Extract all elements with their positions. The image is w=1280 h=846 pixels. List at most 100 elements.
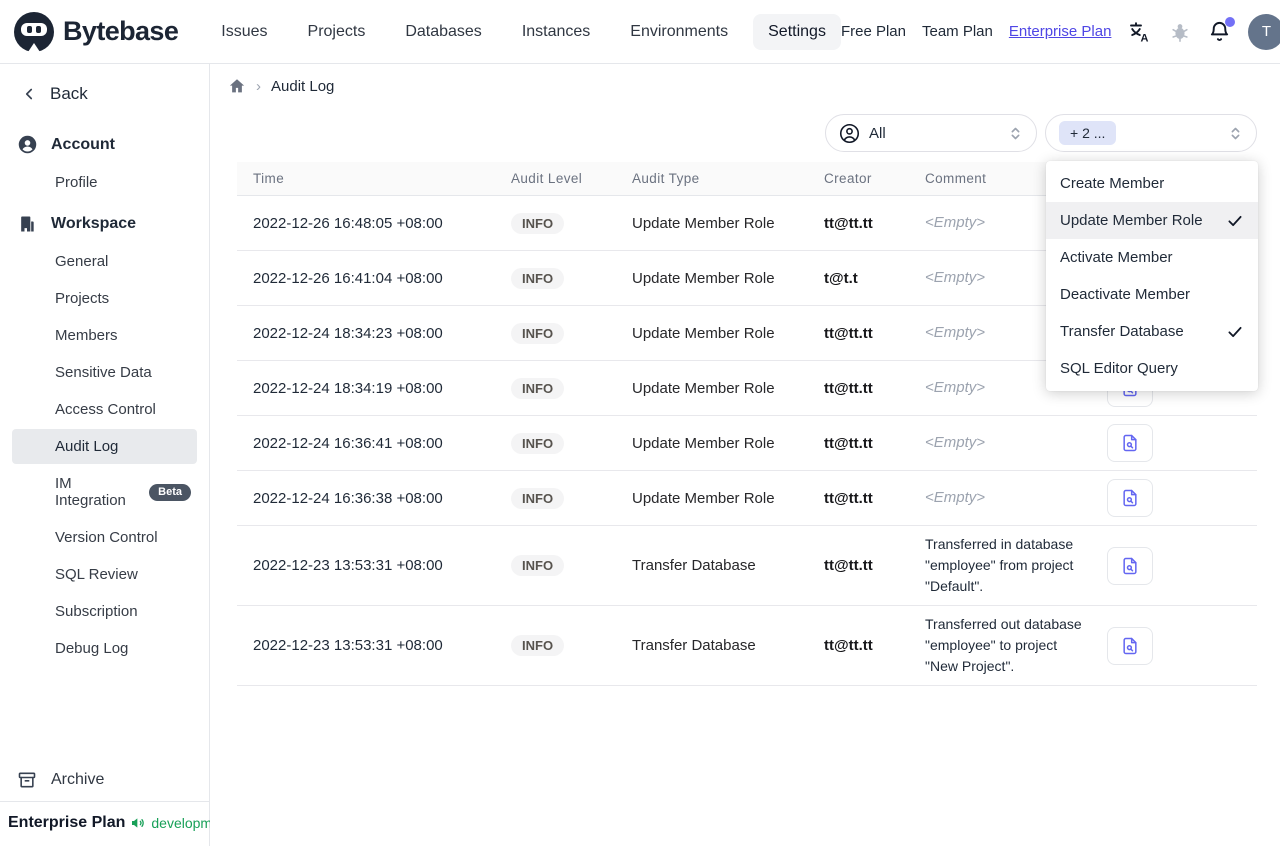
table-row: 2022-12-23 13:53:31 +08:00 INFO Transfer D… [237,606,1257,686]
menu-item-label: Deactivate Member [1060,286,1191,303]
nav-item-projects[interactable]: Projects [293,14,381,50]
creator-cell: tt@tt.tt [824,557,873,574]
menu-item-label: Activate Member [1060,249,1173,266]
time-cell: 2022-12-23 13:53:31 +08:00 [253,637,443,654]
account-icon [16,134,38,155]
time-cell: 2022-12-24 16:36:38 +08:00 [253,489,443,507]
menu-item-activate-member[interactable]: Activate Member [1046,239,1258,276]
sidebar-item-label: Version Control [55,529,158,546]
sidebar-item-label: General [55,253,109,270]
sidebar-item-general[interactable]: General [12,244,197,279]
column-header-time: Time [253,171,285,186]
audit-level-badge: INFO [511,487,565,509]
sidebar-item-audit-log[interactable]: Audit Log [12,429,197,464]
brand-name: Bytebase [63,16,179,46]
column-header-creator: Creator [824,171,872,186]
sidebar-footer: Enterprise Plan development [0,801,232,846]
filter-bar: All + 2 ... [228,114,1257,152]
sidebar-item-label: IM Integration [55,475,126,509]
nav-item-settings[interactable]: Settings [753,13,841,50]
creator-filter-select[interactable]: All [825,114,1037,152]
column-header-audit-type: Audit Type [632,171,700,186]
creator-cell: tt@tt.tt [824,489,873,507]
sidebar-item-sql-review[interactable]: SQL Review [12,557,197,592]
menu-item-update-member-role[interactable]: Update Member Role [1046,202,1258,239]
time-cell: 2022-12-24 18:34:23 +08:00 [253,324,443,342]
chevron-left-icon [25,88,33,100]
bytebase-logo[interactable]: Bytebase [14,11,179,52]
sidebar-item-sensitive-data[interactable]: Sensitive Data [12,355,197,390]
sidebar-section-workspace: Workspace [0,206,209,242]
creator-cell: tt@tt.tt [824,434,873,452]
menu-item-label: Transfer Database [1060,323,1184,340]
audit-type-cell: Transfer Database [632,557,756,574]
menu-item-sql-editor-query[interactable]: SQL Editor Query [1046,350,1258,387]
bytebase-mascot-icon [14,11,54,52]
nav-item-environments[interactable]: Environments [615,14,743,50]
audit-level-badge: INFO [511,635,565,656]
home-icon[interactable] [228,77,246,95]
main-nav: Issues Projects Databases Instances Environm… [206,13,841,50]
table-row: 2022-12-24 16:36:41 +08:00 INFO Update Mem… [237,416,1257,471]
table-row: 2022-12-23 13:53:31 +08:00 INFO Transfer D… [237,526,1257,606]
sidebar-item-version-control[interactable]: Version Control [12,520,197,555]
menu-item-transfer-database[interactable]: Transfer Database [1046,313,1258,350]
settings-sidebar: Back Account Profile Workspace General Proje… [0,64,232,846]
breadcrumb-current: Audit Log [271,77,335,95]
view-detail-button[interactable] [1107,424,1153,462]
sidebar-item-debug-log[interactable]: Debug Log [12,631,197,666]
top-navbar: Bytebase Issues Projects Databases Instance… [0,0,1280,64]
file-search-icon [1120,433,1140,453]
nav-item-databases[interactable]: Databases [390,14,497,50]
sidebar-item-label: Audit Log [55,438,119,455]
file-search-icon [1120,556,1140,576]
creator-cell: tt@tt.tt [824,379,873,397]
view-detail-button[interactable] [1107,626,1153,665]
sidebar-item-subscription[interactable]: Subscription [12,594,197,629]
menu-item-deactivate-member[interactable]: Deactivate Member [1046,276,1258,313]
creator-cell: tt@tt.tt [824,324,873,342]
comment-cell: <Empty> [925,433,986,451]
translate-icon[interactable]: A [1128,20,1152,44]
menu-item-label: SQL Editor Query [1060,360,1178,377]
audit-type-cell: Update Member Role [632,324,775,342]
audit-type-cell: Transfer Database [632,637,756,654]
sidebar-item-projects[interactable]: Projects [12,281,197,316]
nav-item-instances[interactable]: Instances [507,14,605,50]
file-search-icon [1120,488,1140,508]
back-button[interactable]: Back [0,74,209,120]
sidebar-item-profile[interactable]: Profile [12,165,197,200]
check-icon [1226,323,1244,341]
time-cell: 2022-12-24 16:36:41 +08:00 [253,434,443,452]
select-arrows-icon [1228,126,1243,141]
menu-item-create-member[interactable]: Create Member [1046,165,1258,202]
audit-type-cell: Update Member Role [632,489,775,507]
audit-level-badge: INFO [511,555,565,576]
audit-type-cell: Update Member Role [632,434,775,452]
nav-item-issues[interactable]: Issues [206,14,282,50]
audit-type-filter-select[interactable]: + 2 ... [1045,114,1257,152]
sidebar-item-members[interactable]: Members [12,318,197,353]
sidebar-item-label: Subscription [55,603,138,620]
view-detail-button[interactable] [1107,546,1153,585]
view-detail-button[interactable] [1107,479,1153,517]
bug-icon[interactable] [1169,21,1191,43]
check-icon [1226,212,1244,230]
audit-type-dropdown-menu: Create Member Update Member Role Activate … [1046,161,1258,391]
time-cell: 2022-12-23 13:53:31 +08:00 [253,557,443,574]
time-cell: 2022-12-26 16:41:04 +08:00 [253,269,443,287]
plan-link-team-plan[interactable]: Team Plan [922,23,993,40]
sidebar-item-im-integration[interactable]: IM Integration Beta [12,466,197,518]
audit-level-badge: INFO [511,377,565,399]
navbar-right: Free Plan Team Plan Enterprise Plan A T [841,13,1280,50]
sidebar-section-account: Account [0,126,209,163]
creator-cell: tt@tt.tt [824,637,873,654]
notification-bell-icon[interactable] [1208,17,1236,43]
sidebar-item-access-control[interactable]: Access Control [12,392,197,427]
plan-link-free-plan[interactable]: Free Plan [841,23,906,40]
sidebar-item-archive[interactable]: Archive [0,759,209,801]
avatar[interactable]: T [1248,13,1280,50]
plan-link-enterprise-plan[interactable]: Enterprise Plan [1009,23,1112,40]
table-row: 2022-12-24 16:36:38 +08:00 INFO Update Mem… [237,471,1257,526]
breadcrumb: › Audit Log [228,72,1257,100]
